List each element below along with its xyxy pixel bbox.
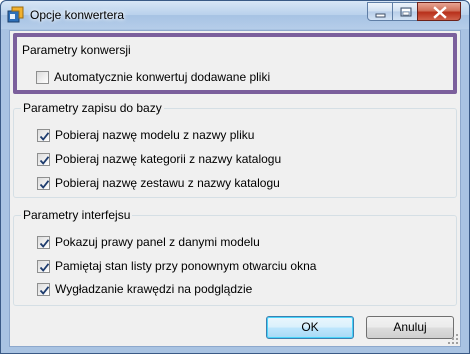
checkbox-right-panel[interactable]	[37, 235, 50, 249]
group-label-conversion: Parametry konwersji	[22, 43, 131, 57]
checkbox-label-model-name: Pobieraj nazwę modelu z nazwy pliku	[55, 128, 255, 142]
cancel-button[interactable]: Anuluj	[366, 316, 454, 339]
checkbox-remember-list[interactable]	[37, 259, 50, 273]
checkbox-set-name[interactable]	[37, 176, 50, 190]
checkbox-category-name[interactable]	[37, 152, 50, 166]
checkbox-row-antialiasing[interactable]: Wygładzanie krawędzi na podglądzie	[37, 281, 252, 297]
group-interface-params: Parametry interfejsu Pokazuj prawy panel…	[13, 208, 457, 306]
converter-app-icon	[7, 6, 24, 23]
checkbox-label-remember-list: Pamiętaj stan listy przy ponownym otwarc…	[55, 259, 317, 273]
checkbox-row-right-panel[interactable]: Pokazuj prawy panel z danymi modelu	[37, 234, 260, 250]
checkmark-icon	[39, 155, 50, 165]
checkbox-row-model-name[interactable]: Pobieraj nazwę modelu z nazwy pliku	[37, 127, 254, 143]
resize-grip-icon[interactable]	[447, 333, 459, 345]
ok-button[interactable]: OK	[266, 316, 354, 339]
maximize-button[interactable]	[392, 2, 418, 21]
checkmark-icon	[39, 285, 50, 295]
close-button[interactable]	[417, 2, 461, 21]
checkmark-icon	[39, 179, 50, 189]
minimize-icon	[375, 13, 386, 18]
checkbox-auto-convert[interactable]	[36, 70, 49, 84]
checkbox-label-auto-convert: Automatycznie konwertuj dodawane pliki	[54, 70, 271, 84]
minimize-button[interactable]	[367, 2, 393, 21]
checkmark-icon	[39, 238, 50, 248]
checkbox-row-set-name[interactable]: Pobieraj nazwę zestawu z nazwy katalogu	[37, 175, 280, 191]
checkmark-icon	[39, 131, 50, 141]
checkbox-row-auto-convert[interactable]: Automatycznie konwertuj dodawane pliki	[36, 69, 270, 85]
checkbox-label-set-name: Pobieraj nazwę zestawu z nazwy katalogu	[55, 176, 280, 190]
group-label-database: Parametry zapisu do bazy	[21, 101, 164, 115]
title-bar[interactable]: Opcje konwertera	[1, 1, 469, 29]
close-icon	[433, 6, 447, 19]
checkbox-row-remember-list[interactable]: Pamiętaj stan listy przy ponownym otwarc…	[37, 258, 316, 274]
maximize-icon	[400, 7, 412, 17]
checkbox-row-category-name[interactable]: Pobieraj nazwę kategorii z nazwy katalog…	[37, 151, 281, 167]
group-database-params: Parametry zapisu do bazy Pobieraj nazwę …	[13, 101, 457, 198]
checkbox-label-right-panel: Pokazuj prawy panel z danymi modelu	[55, 235, 260, 249]
checkmark-icon	[39, 262, 50, 272]
group-conversion-params: Parametry konwersji Automatycznie konwer…	[13, 33, 457, 94]
checkbox-label-category-name: Pobieraj nazwę kategorii z nazwy katalog…	[55, 152, 282, 166]
window-title: Opcje konwertera	[30, 8, 125, 22]
dialog-client-area: Parametry konwersji Automatycznie konwer…	[9, 30, 461, 347]
group-label-interface: Parametry interfejsu	[21, 208, 133, 222]
checkbox-antialiasing[interactable]	[37, 282, 50, 296]
checkbox-model-name[interactable]	[37, 128, 50, 142]
dialog-window: Opcje konwertera Parametry konwersji Aut…	[0, 0, 470, 354]
checkbox-label-antialiasing: Wygładzanie krawędzi na podglądzie	[55, 282, 253, 296]
